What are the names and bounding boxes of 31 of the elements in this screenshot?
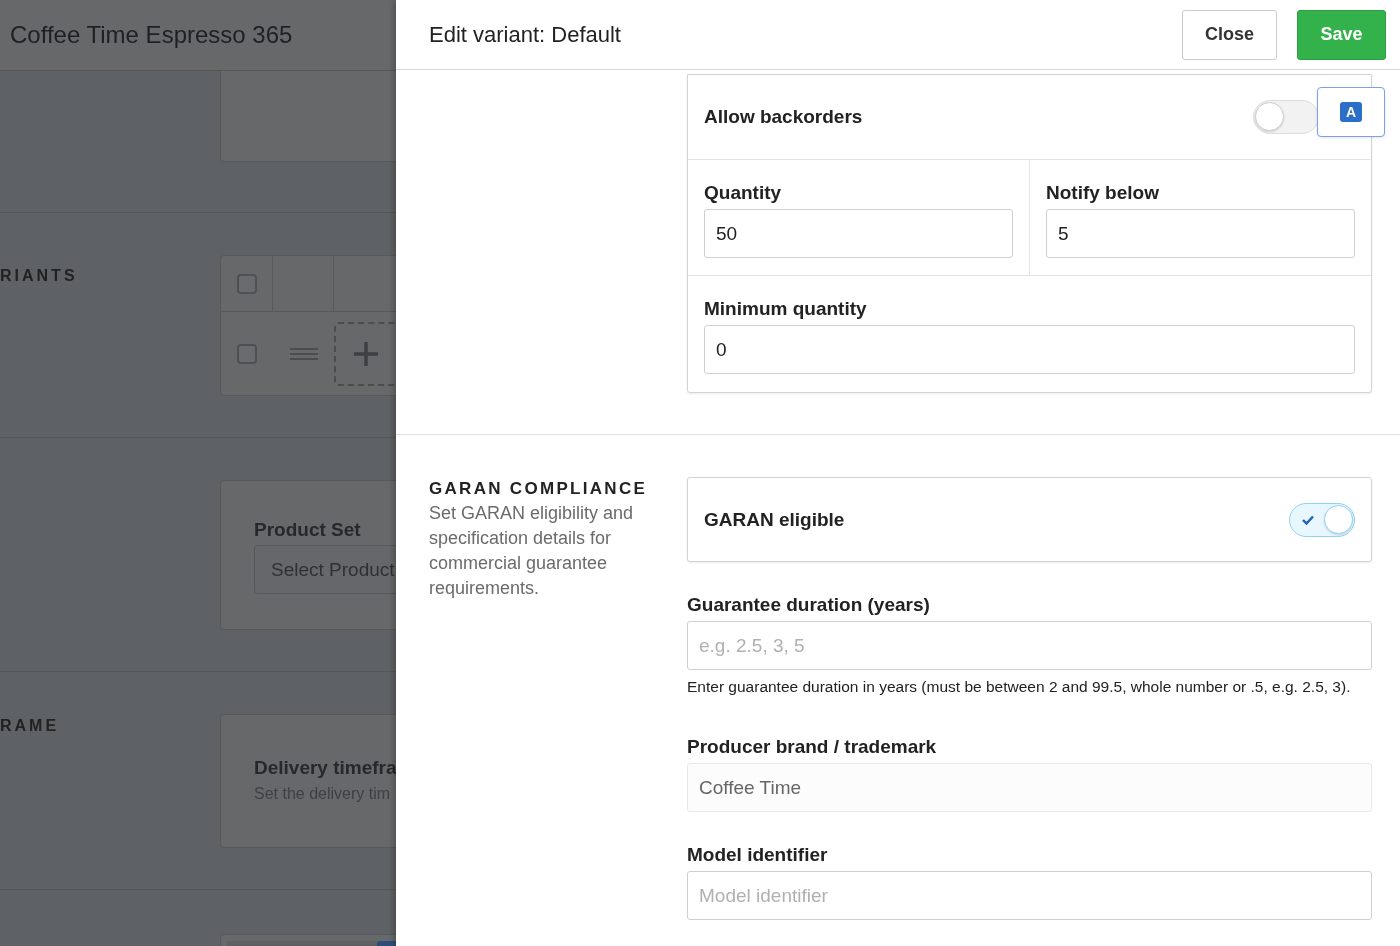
toggle-label: Allow backorders <box>704 106 864 128</box>
check-icon <box>1302 514 1314 525</box>
input-field[interactable]: e.g. 2.5, 3, 5 <box>687 621 1372 670</box>
field-label: Product Set <box>254 519 362 541</box>
card-title: Delivery timefra <box>254 757 396 779</box>
section-heading: RAME <box>0 717 61 735</box>
section-description: Set GARAN eligibility and specification details for commercial guarantee requirements. <box>429 502 635 600</box>
field-label: Minimum quantity <box>704 298 868 320</box>
help-text: Enter guarantee duration in years (must be between 2 and 99.5, whole number or .5, e.g. 2.5, 3). <box>687 678 1352 696</box>
field-label: Notify below <box>1046 182 1160 204</box>
plus-icon <box>353 340 379 367</box>
toggle-switch[interactable] <box>1289 502 1355 537</box>
page-title: Coffee Time Espresso 365 <box>10 21 293 49</box>
section-heading: RIANTS <box>0 267 79 285</box>
toggle-switch[interactable] <box>1253 100 1319 134</box>
checkbox[interactable] <box>236 273 257 294</box>
drawer-title: Edit variant: Default <box>429 21 622 48</box>
close-button[interactable]: Close <box>1182 9 1277 60</box>
input-field[interactable]: Model identifier <box>687 871 1372 920</box>
field-label: Model identifier <box>687 844 829 866</box>
field-label: Producer brand / trademark <box>687 736 938 758</box>
field-label: Guarantee duration (years) <box>687 594 931 616</box>
field-label: Quantity <box>704 182 783 204</box>
checkbox[interactable] <box>237 343 257 364</box>
drag-handle-icon[interactable] <box>290 347 318 360</box>
input-field[interactable]: 0 <box>704 325 1355 374</box>
section-heading: GARAN COMPLIANCE <box>429 479 649 499</box>
input-field[interactable]: 5 <box>1046 209 1355 258</box>
input-field[interactable]: 50 <box>704 209 1013 258</box>
toggle-label: GARAN eligible <box>704 508 846 531</box>
translate-button[interactable]: A <box>1317 87 1385 137</box>
